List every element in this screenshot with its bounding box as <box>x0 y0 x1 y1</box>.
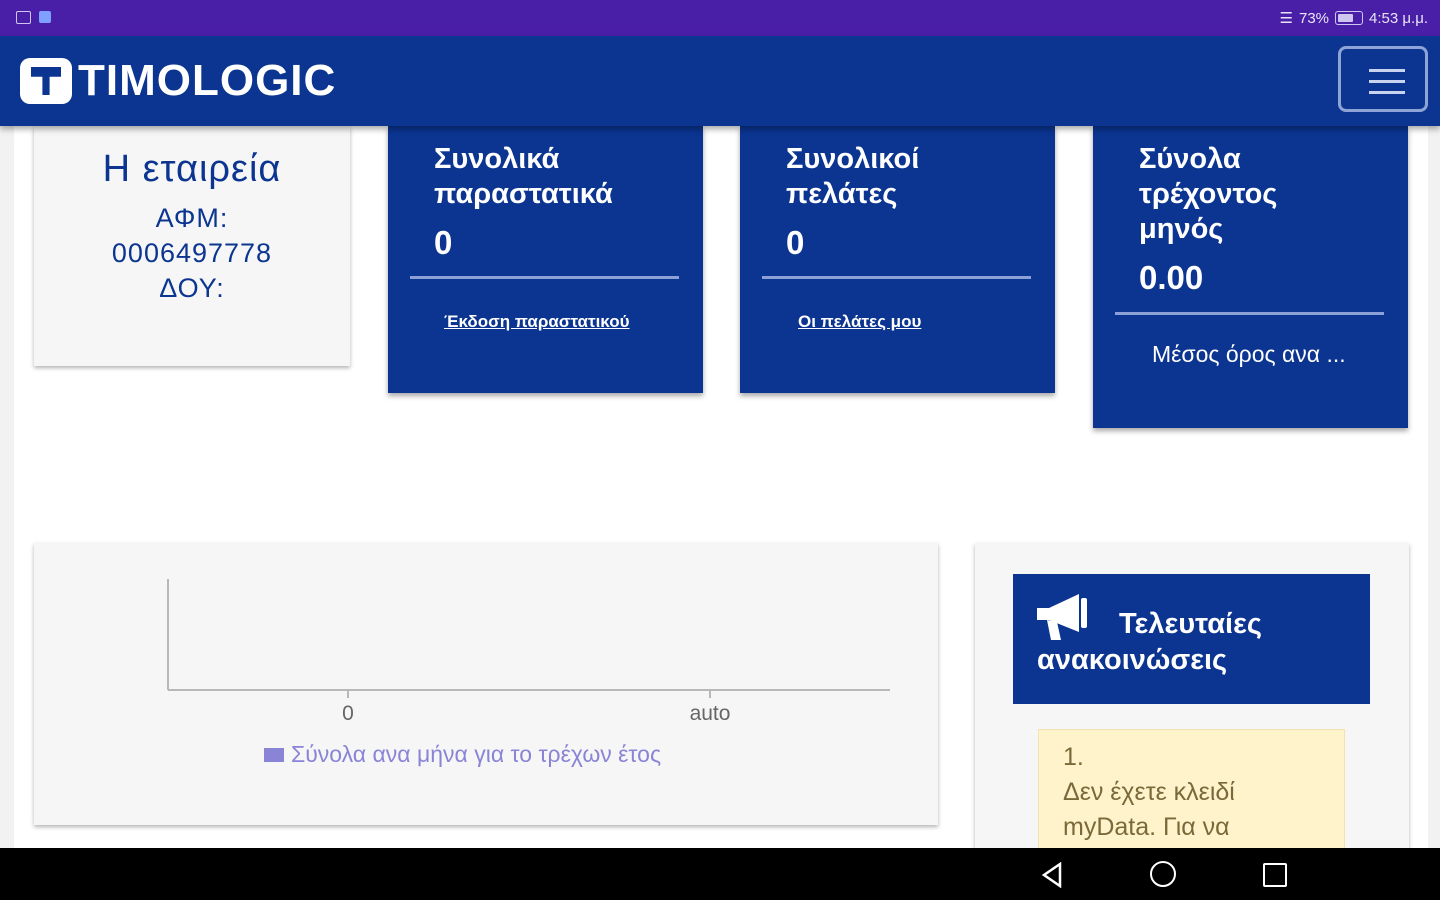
announcements-header: Τελευταίες ανακοινώσεις <box>1013 574 1370 704</box>
app-notification-icon <box>39 11 51 23</box>
battery-percent: 73% <box>1298 9 1330 27</box>
clock: 4:53 μ.μ. <box>1369 9 1428 27</box>
announcement-text-2: myData. Για να <box>1063 813 1230 841</box>
app-header: TIMOLOGIC <box>0 36 1440 126</box>
chart-card: 0 auto Σύνολα ανα μήνα για το τρέχων έτος <box>34 543 938 825</box>
announcements-title-1: Τελευταίες <box>1119 608 1262 640</box>
stat-title: Συνολικά παραστατικά <box>434 143 613 210</box>
monthly-average-link[interactable]: Μέσος όρος ανα ... <box>1152 341 1346 368</box>
stat-title: Σύνολα τρέχοντος μηνός <box>1139 143 1278 245</box>
megaphone-icon <box>1037 594 1087 640</box>
stat-card-documents: Συνολικά παραστατικά 0 Έκδοση παραστατικ… <box>388 126 703 393</box>
gallery-icon <box>16 11 31 24</box>
wifi-icon: ☰ <box>1279 10 1293 27</box>
menu-button[interactable] <box>1338 46 1428 112</box>
monthly-totals-chart: 0 auto Σύνολα ανα μήνα για το τρέχων έτος <box>167 579 890 767</box>
stat-card-month-totals: Σύνολα τρέχοντος μηνός 0.00 Μέσος όρος α… <box>1093 126 1408 428</box>
notification-icons <box>16 11 51 24</box>
back-icon[interactable] <box>1040 862 1064 888</box>
announcements-card: Τελευταίες ανακοινώσεις 1. Δεν έχετε κλε… <box>975 543 1409 869</box>
logo[interactable]: TIMOLOGIC <box>20 58 336 104</box>
status-right: ☰ 73% 4:53 μ.μ. <box>1279 9 1428 28</box>
stat-card-customers: Συνολικοί πελάτες 0 Οι πελάτες μου <box>740 126 1055 393</box>
page-edge-right <box>1428 126 1440 848</box>
stat-value: 0 <box>786 224 805 261</box>
announcements-title-2: ανακοινώσεις <box>1037 644 1228 676</box>
stat-title: Συνολικοί πελάτες <box>786 143 920 210</box>
x-tick-label: auto <box>690 702 731 725</box>
x-tick-label: 0 <box>342 702 354 725</box>
my-customers-link[interactable]: Οι πελάτες μου <box>798 312 921 332</box>
company-card: Η εταιρεία ΑΦΜ: 0006497778 ΔΟΥ: <box>34 126 350 366</box>
home-icon[interactable] <box>1150 861 1176 887</box>
announcement-number: 1. <box>1063 743 1084 771</box>
battery-icon <box>1335 11 1364 25</box>
logo-text: TIMOLOGIC <box>78 56 337 105</box>
system-nav-bar <box>0 848 1440 900</box>
stat-divider <box>1115 312 1384 315</box>
afm-value: 0006497778 <box>111 238 273 268</box>
legend-swatch[interactable] <box>264 748 284 762</box>
stat-value: 0.00 <box>1139 259 1204 296</box>
stat-value: 0 <box>434 224 453 261</box>
announcement-text-1: Δεν έχετε κλειδί <box>1063 778 1235 806</box>
logo-icon <box>20 58 72 104</box>
recent-apps-icon[interactable] <box>1263 863 1287 887</box>
issue-document-link[interactable]: Έκδοση παραστατικού <box>444 312 630 332</box>
legend-label[interactable]: Σύνολα ανα μήνα για το τρέχων έτος <box>291 741 661 767</box>
page-edge-left <box>0 126 14 848</box>
stat-divider <box>410 276 679 279</box>
afm-label: ΑΦΜ: <box>155 203 229 233</box>
status-bar: ☰ 73% 4:53 μ.μ. <box>0 0 1440 36</box>
doy-label: ΔΟΥ: <box>159 273 225 303</box>
hamburger-icon <box>1369 69 1405 102</box>
stat-divider <box>762 276 1031 279</box>
company-name: Η εταιρεία <box>102 148 282 190</box>
